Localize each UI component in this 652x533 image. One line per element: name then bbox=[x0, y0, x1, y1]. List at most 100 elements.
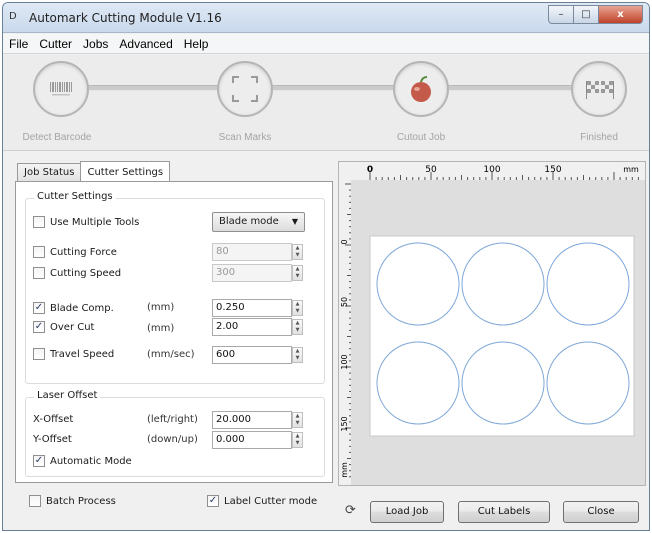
over-cut-unit: (mm) bbox=[147, 323, 175, 334]
maximize-button[interactable]: □ bbox=[574, 5, 599, 24]
workflow-progress: Detect Barcode Scan Marks Cutout Job Fin… bbox=[3, 55, 649, 151]
blade-comp-spinner[interactable]: ▲ ▼ bbox=[292, 300, 303, 316]
travel-speed-checkbox[interactable] bbox=[33, 348, 45, 360]
menu-cutter[interactable]: Cutter bbox=[39, 37, 72, 51]
over-cut-row[interactable]: ✓ Over Cut bbox=[33, 318, 94, 336]
step-scan-marks bbox=[217, 61, 273, 117]
label-cutter-mode-checkbox[interactable]: ✓ bbox=[207, 495, 219, 507]
title-bar[interactable]: D Automark Cutting Module V1.16 – □ x bbox=[3, 3, 649, 33]
cutting-force-spinner[interactable]: ▲ ▼ bbox=[292, 244, 303, 260]
window-title: Automark Cutting Module V1.16 bbox=[29, 11, 222, 25]
cutter-settings-panel: Cutter Settings Use Multiple Tools Blade… bbox=[15, 181, 333, 483]
ruler-left-label-150: 150 bbox=[340, 416, 349, 431]
cut-labels-button[interactable]: Cut Labels bbox=[458, 501, 550, 523]
menu-file[interactable]: File bbox=[9, 37, 28, 51]
x-offset-row: X-Offset bbox=[33, 410, 73, 428]
over-cut-checkbox[interactable]: ✓ bbox=[33, 321, 45, 333]
cutting-force-checkbox[interactable] bbox=[33, 246, 45, 258]
step-finished bbox=[571, 61, 627, 117]
step-label-detect-barcode: Detect Barcode bbox=[22, 132, 92, 143]
cutter-settings-group: Cutter Settings Use Multiple Tools Blade… bbox=[25, 191, 325, 384]
over-cut-label: Over Cut bbox=[50, 321, 95, 333]
step-label-scan-marks: Scan Marks bbox=[218, 132, 272, 143]
cutting-force-row[interactable]: Cutting Force bbox=[33, 243, 117, 261]
x-offset-field[interactable]: 20.000 bbox=[212, 411, 292, 429]
scan-marks-icon bbox=[232, 76, 258, 102]
use-multiple-tools-row[interactable]: Use Multiple Tools bbox=[33, 213, 139, 231]
ruler-top-unit: mm bbox=[623, 165, 639, 174]
app-window: D Automark Cutting Module V1.16 – □ x Fi… bbox=[2, 2, 650, 531]
ruler-top-label-0: 0 bbox=[367, 165, 373, 175]
travel-speed-row[interactable]: Travel Speed bbox=[33, 345, 114, 363]
barcode-icon bbox=[50, 82, 72, 96]
label-cutter-mode-label: Label Cutter mode bbox=[224, 495, 318, 507]
y-offset-row: Y-Offset bbox=[33, 430, 72, 448]
batch-process-label: Batch Process bbox=[46, 495, 116, 507]
use-multiple-tools-checkbox[interactable] bbox=[33, 216, 45, 228]
y-offset-label: Y-Offset bbox=[33, 433, 72, 445]
ruler-top-label-150: 150 bbox=[544, 165, 561, 175]
cut-mode-select[interactable]: Blade mode ▼ bbox=[212, 212, 305, 232]
load-job-button[interactable]: Load Job bbox=[370, 501, 444, 523]
cutting-speed-label: Cutting Speed bbox=[50, 267, 122, 279]
travel-speed-label: Travel Speed bbox=[50, 348, 115, 360]
menu-jobs[interactable]: Jobs bbox=[83, 37, 108, 51]
blade-comp-checkbox[interactable]: ✓ bbox=[33, 302, 45, 314]
apple-icon bbox=[411, 76, 431, 102]
over-cut-spinner[interactable]: ▲ ▼ bbox=[292, 319, 303, 335]
cut-preview-canvas: 0 50 100 150 mm 0 50 100 150 mm bbox=[339, 162, 645, 485]
use-multiple-tools-label: Use Multiple Tools bbox=[50, 216, 140, 228]
menu-help[interactable]: Help bbox=[184, 37, 209, 51]
menu-advanced[interactable]: Advanced bbox=[119, 37, 172, 51]
blade-comp-label: Blade Comp. bbox=[50, 302, 114, 314]
refresh-icon[interactable]: ⟳ bbox=[345, 503, 356, 518]
ruler-top-label-50: 50 bbox=[425, 165, 437, 175]
cutting-speed-field[interactable]: 300 bbox=[212, 264, 292, 282]
close-window-button[interactable]: x bbox=[599, 5, 643, 24]
progress-track bbox=[43, 85, 611, 91]
y-offset-field[interactable]: 0.000 bbox=[212, 431, 292, 449]
travel-speed-field[interactable]: 600 bbox=[212, 346, 292, 364]
cutting-force-label: Cutting Force bbox=[50, 246, 117, 258]
travel-speed-spinner[interactable]: ▲ ▼ bbox=[292, 347, 303, 363]
step-label-finished: Finished bbox=[580, 132, 618, 143]
step-detect-barcode bbox=[33, 61, 89, 117]
label-sheet bbox=[369, 235, 635, 437]
cutting-speed-checkbox[interactable] bbox=[33, 267, 45, 279]
cut-preview-panel: 0 50 100 150 mm 0 50 100 150 mm bbox=[338, 161, 646, 486]
step-label-cutout-job: Cutout Job bbox=[396, 132, 446, 143]
cutting-speed-row[interactable]: Cutting Speed bbox=[33, 264, 121, 282]
app-icon: D bbox=[9, 11, 17, 22]
x-offset-label: X-Offset bbox=[33, 413, 74, 425]
batch-process-row[interactable]: Batch Process bbox=[29, 493, 116, 509]
tab-cutter-settings[interactable]: Cutter Settings bbox=[80, 161, 171, 183]
automatic-mode-row[interactable]: ✓ Automatic Mode bbox=[33, 452, 132, 470]
ruler-left-unit: mm bbox=[340, 462, 349, 478]
tab-job-status[interactable]: Job Status bbox=[17, 163, 82, 182]
ruler-left-label-50: 50 bbox=[340, 297, 349, 307]
automatic-mode-label: Automatic Mode bbox=[50, 455, 132, 467]
x-offset-spinner[interactable]: ▲ ▼ bbox=[292, 412, 303, 428]
close-button[interactable]: Close bbox=[563, 501, 639, 523]
laser-offset-group: Laser Offset X-Offset (left/right) 20.00… bbox=[25, 390, 325, 477]
window-controls: – □ x bbox=[548, 5, 643, 25]
y-offset-spinner[interactable]: ▲ ▼ bbox=[292, 432, 303, 448]
label-cutter-mode-row[interactable]: ✓ Label Cutter mode bbox=[207, 493, 317, 509]
step-cutout-job bbox=[393, 61, 449, 117]
automatic-mode-checkbox[interactable]: ✓ bbox=[33, 455, 45, 467]
chevron-down-icon: ▼ bbox=[291, 217, 298, 226]
cutter-settings-group-title: Cutter Settings bbox=[34, 191, 116, 202]
ruler-left-label-0: 0 bbox=[340, 239, 349, 244]
blade-comp-row[interactable]: ✓ Blade Comp. bbox=[33, 299, 114, 317]
menu-bar: File Cutter Jobs Advanced Help bbox=[3, 34, 649, 54]
settings-tabs: Job Status Cutter Settings bbox=[17, 158, 171, 183]
ruler-top-label-100: 100 bbox=[483, 165, 500, 175]
minimize-button[interactable]: – bbox=[548, 5, 574, 24]
batch-process-checkbox[interactable] bbox=[29, 495, 41, 507]
blade-comp-field[interactable]: 0.250 bbox=[212, 299, 292, 317]
cutting-force-field[interactable]: 80 bbox=[212, 243, 292, 261]
blade-comp-unit: (mm) bbox=[147, 302, 175, 313]
over-cut-field[interactable]: 2.00 bbox=[212, 318, 292, 336]
cutting-speed-spinner[interactable]: ▲ ▼ bbox=[292, 265, 303, 281]
x-offset-unit: (left/right) bbox=[147, 414, 198, 425]
